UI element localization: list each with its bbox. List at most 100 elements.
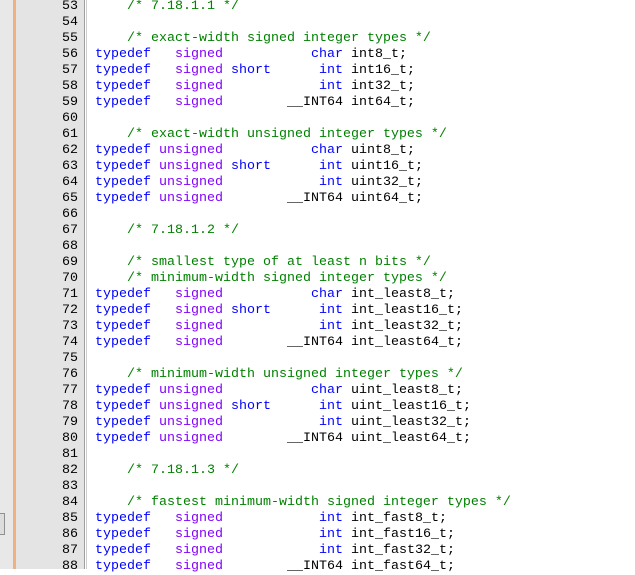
code-line[interactable]: 66 xyxy=(0,207,635,223)
keyword-token: int xyxy=(319,63,343,78)
comment-token: /* 7.18.1.1 */ xyxy=(127,0,239,14)
code-line[interactable]: 71 typedef signed char int_least8_t; xyxy=(0,287,635,303)
keyword-token: int xyxy=(318,527,343,542)
code-line[interactable]: 81 xyxy=(0,447,635,463)
comment-token: /* fastest minimum-width signed integer … xyxy=(127,495,511,510)
type-modifier-token: unsigned xyxy=(159,191,223,206)
code-line[interactable]: 87 typedef signed int int_fast32_t; xyxy=(0,543,635,559)
code-line[interactable]: 54 xyxy=(0,15,635,31)
type-modifier-token: unsigned xyxy=(159,415,223,430)
code-line[interactable]: 76 /* minimum-width unsigned integer typ… xyxy=(0,367,635,383)
type-modifier-token: signed xyxy=(175,47,223,62)
code-line[interactable]: 72 typedef signed short int int_least16_t… xyxy=(0,303,635,319)
line-number: 65 xyxy=(62,191,78,206)
code-line[interactable]: 70 /* minimum-width signed integer types… xyxy=(0,271,635,287)
comment-token: /* exact-width unsigned integer types */ xyxy=(127,127,447,142)
type-modifier-token: signed xyxy=(175,319,223,334)
line-code: typedef unsigned char uint8_t; xyxy=(95,143,415,159)
identifier-token: __INT64 int_least64_t; xyxy=(287,335,463,350)
code-line[interactable]: 56 typedef signed char int8_t; xyxy=(0,47,635,63)
keyword-token: int xyxy=(318,319,343,334)
code-line[interactable]: 55 /* exact-width signed integer types *… xyxy=(0,31,635,47)
keyword-token: short xyxy=(231,303,271,318)
code-line[interactable]: 67 /* 7.18.1.2 */ xyxy=(0,223,635,239)
line-number: 74 xyxy=(62,335,78,350)
keyword-token: typedef xyxy=(95,79,151,94)
code-line[interactable]: 65 typedef unsigned __INT64 uint64_t; xyxy=(0,191,635,207)
line-number: 64 xyxy=(62,175,78,190)
keyword-token: typedef xyxy=(95,335,151,350)
type-modifier-token: signed xyxy=(175,511,223,526)
code-line[interactable]: 73 typedef signed int int_least32_t; xyxy=(0,319,635,335)
line-number: 62 xyxy=(62,143,78,158)
keyword-token: char xyxy=(310,143,343,158)
code-line[interactable]: 69 /* smallest type of at least n bits *… xyxy=(0,255,635,271)
line-code: typedef unsigned int uint_least32_t; xyxy=(95,415,471,431)
code-line[interactable]: 60 xyxy=(0,111,635,127)
keyword-token: int xyxy=(319,159,343,174)
line-code: /* fastest minimum-width signed integer … xyxy=(95,495,511,511)
code-line[interactable]: 88 typedef signed __INT64 int_fast64_t; xyxy=(0,559,635,575)
code-line[interactable]: 77 typedef unsigned char uint_least8_t; xyxy=(0,383,635,399)
identifier-token: uint32_t; xyxy=(342,175,423,190)
line-code: typedef signed __INT64 int_fast64_t; xyxy=(95,559,455,575)
line-code: typedef unsigned short int uint16_t; xyxy=(95,159,423,175)
line-code: typedef unsigned int uint32_t; xyxy=(95,175,423,191)
line-number: 71 xyxy=(62,287,78,302)
line-code: typedef unsigned short int uint_least16_… xyxy=(95,399,471,415)
line-code: typedef signed short int int_least16_t; xyxy=(95,303,463,319)
code-line[interactable]: 84 /* fastest minimum-width signed integ… xyxy=(0,495,635,511)
code-line[interactable]: 74 typedef signed __INT64 int_least64_t; xyxy=(0,335,635,351)
code-line[interactable]: 64 typedef unsigned int uint32_t; xyxy=(0,175,635,191)
code-line[interactable]: 82 /* 7.18.1.3 */ xyxy=(0,463,635,479)
line-number: 83 xyxy=(62,479,78,494)
line-code: typedef unsigned __INT64 uint_least64_t; xyxy=(95,431,471,447)
line-code: typedef signed int int_fast8_t; xyxy=(95,511,447,527)
line-code: /* 7.18.1.1 */ xyxy=(95,0,239,15)
code-line[interactable]: 85 typedef signed int int_fast8_t; xyxy=(0,511,635,527)
code-line[interactable]: 62 typedef unsigned char uint8_t; xyxy=(0,143,635,159)
line-number: 63 xyxy=(62,159,78,174)
line-number: 81 xyxy=(62,447,78,462)
code-line[interactable]: 58 typedef signed int int32_t; xyxy=(0,79,635,95)
keyword-token: typedef xyxy=(95,287,151,302)
code-line[interactable]: 61 /* exact-width unsigned integer types… xyxy=(0,127,635,143)
code-line[interactable]: 86 typedef signed int int_fast16_t; xyxy=(0,527,635,543)
line-number: 59 xyxy=(62,95,78,110)
code-line[interactable]: 59 typedef signed __INT64 int64_t; xyxy=(0,95,635,111)
code-line[interactable]: 75 xyxy=(0,351,635,367)
line-code: /* exact-width signed integer types */ xyxy=(95,31,431,47)
code-line[interactable]: 78 typedef unsigned short int uint_least1… xyxy=(0,399,635,415)
keyword-token: typedef xyxy=(95,399,151,414)
code-editor[interactable]: 53 /* 7.18.1.1 */54 55 /* exact-width sig… xyxy=(0,0,635,575)
keyword-token: short xyxy=(231,399,271,414)
code-line[interactable]: 80 typedef unsigned __INT64 uint_least64_… xyxy=(0,431,635,447)
code-line[interactable]: 63 typedef unsigned short int uint16_t; xyxy=(0,159,635,175)
code-line[interactable]: 57 typedef signed short int int16_t; xyxy=(0,63,635,79)
line-code: typedef signed int int_least32_t; xyxy=(95,319,463,335)
code-line[interactable]: 53 /* 7.18.1.1 */ xyxy=(0,0,635,15)
line-number: 77 xyxy=(62,383,78,398)
code-line[interactable]: 79 typedef unsigned int uint_least32_t; xyxy=(0,415,635,431)
line-number: 76 xyxy=(62,367,78,382)
keyword-token: typedef xyxy=(95,431,151,446)
line-number: 54 xyxy=(62,15,78,30)
code-line[interactable]: 68 xyxy=(0,239,635,255)
line-code: /* 7.18.1.3 */ xyxy=(95,463,239,479)
comment-token: /* minimum-width signed integer types */ xyxy=(127,271,447,286)
type-modifier-token: signed xyxy=(175,63,223,78)
code-line[interactable]: 83 xyxy=(0,479,635,495)
type-modifier-token: unsigned xyxy=(159,431,223,446)
